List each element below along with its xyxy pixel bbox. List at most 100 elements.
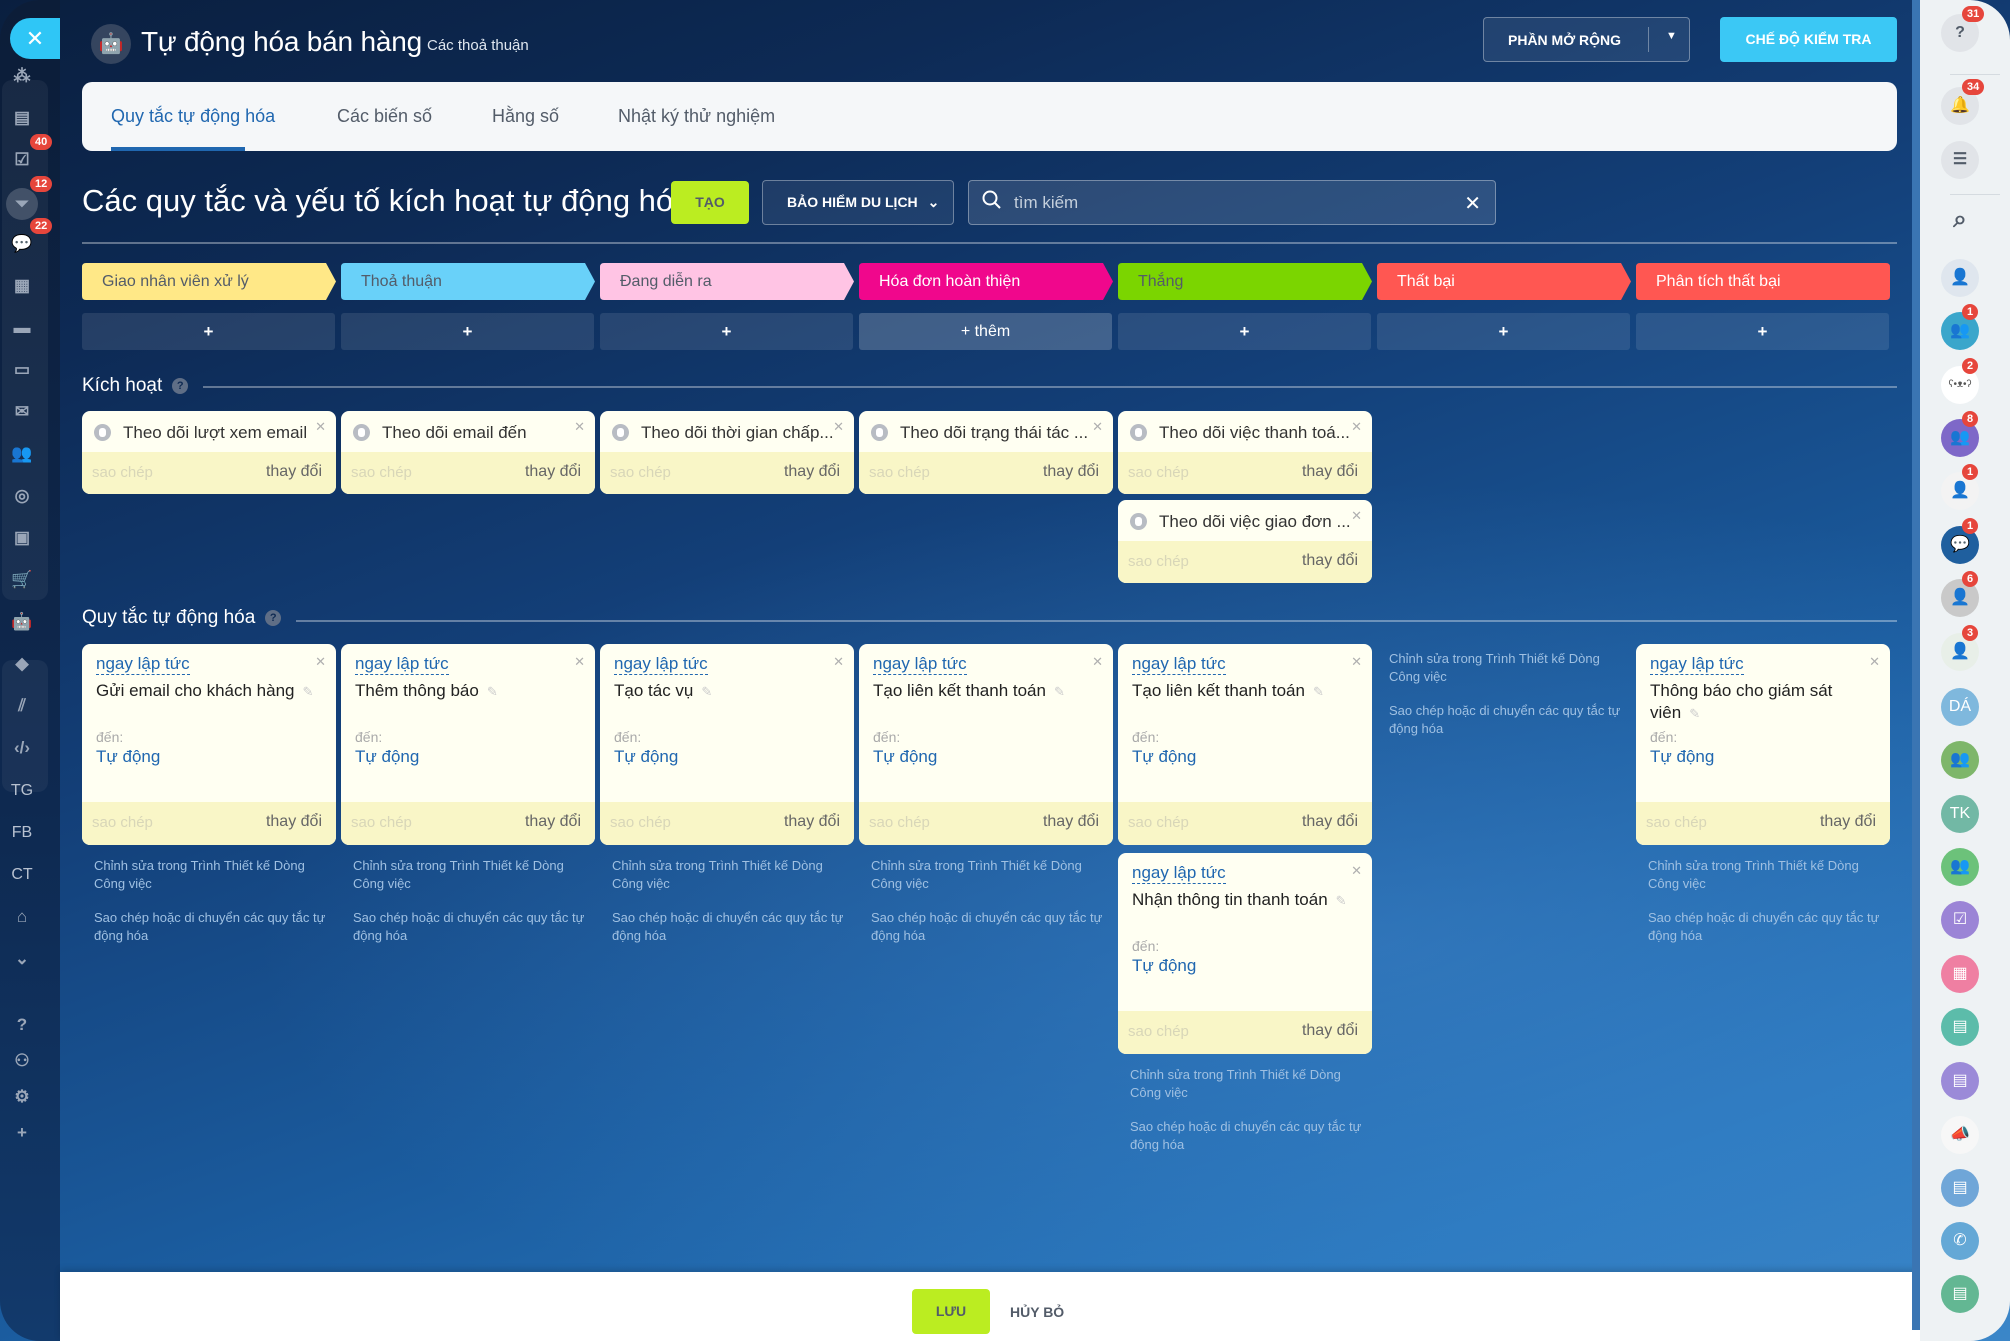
edit-in-designer-link[interactable]: Chỉnh sửa trong Trình Thiết kế Dòng Công… xyxy=(94,857,329,893)
rule-delay-link[interactable]: ngay lập tức xyxy=(873,654,967,675)
copy-move-rules-link[interactable]: Sao chép hoặc di chuyển các quy tắc tự đ… xyxy=(353,909,588,945)
delete-icon[interactable]: ✕ xyxy=(1092,419,1103,435)
delete-icon[interactable]: ✕ xyxy=(1869,654,1880,670)
delete-icon[interactable]: ✕ xyxy=(1351,863,1362,879)
help-icon[interactable]: ? xyxy=(265,610,282,626)
change-link[interactable]: thay đổi xyxy=(266,463,322,481)
rule-to-value[interactable]: Tự động xyxy=(873,747,937,767)
chat-avatar[interactable]: TK xyxy=(1941,795,1979,833)
copy-move-rules-link[interactable]: Sao chép hoặc di chuyển các quy tắc tự đ… xyxy=(871,909,1106,945)
rule-to-value[interactable]: Tự động xyxy=(1132,747,1196,767)
stage-header[interactable]: Hóa đơn hoàn thiện xyxy=(859,263,1113,300)
add-icon[interactable]: + xyxy=(8,1119,36,1147)
copy-link[interactable]: sao chép xyxy=(610,464,671,481)
rule-card[interactable]: ngay lập tức ✕ Nhận thông tin thanh toán… xyxy=(1118,853,1372,1054)
copy-move-rules-link[interactable]: Sao chép hoặc di chuyển các quy tắc tự đ… xyxy=(1648,909,1883,945)
robot-icon[interactable]: 🤖 xyxy=(8,608,36,636)
copy-link[interactable]: sao chép xyxy=(351,814,412,831)
stage-header[interactable]: Đang diễn ra xyxy=(600,263,854,300)
calendar-icon[interactable]: ▦ xyxy=(8,272,36,300)
sidebar-item-tg[interactable]: TG xyxy=(8,777,36,805)
sidebar-item-fb[interactable]: FB xyxy=(8,819,36,847)
change-link[interactable]: thay đổi xyxy=(784,463,840,481)
chat-avatar[interactable]: DÁ xyxy=(1941,688,1979,726)
search-icon[interactable]: ⌕ xyxy=(1941,201,1979,239)
change-link[interactable]: thay đổi xyxy=(1302,1022,1358,1040)
tab-constants[interactable]: Hằng số xyxy=(492,106,559,127)
add-trigger-button[interactable]: + xyxy=(1118,313,1371,350)
tab-automation-rules[interactable]: Quy tắc tự động hóa xyxy=(111,106,275,127)
rule-card[interactable]: ngay lập tức ✕ Gửi email cho khách hàng ✎… xyxy=(82,644,336,845)
trigger-card[interactable]: Theo dõi việc giao đơn ... ✕ sao chép th… xyxy=(1118,500,1372,583)
rule-card[interactable]: ngay lập tức ✕ Tạo liên kết thanh toán ✎ … xyxy=(859,644,1113,845)
change-link[interactable]: thay đổi xyxy=(1302,463,1358,481)
delete-icon[interactable]: ✕ xyxy=(315,654,326,670)
copy-move-rules-link[interactable]: Sao chép hoặc di chuyển các quy tắc tự đ… xyxy=(612,909,847,945)
target-icon[interactable]: ◎ xyxy=(8,482,36,510)
rule-delay-link[interactable]: ngay lập tức xyxy=(1132,863,1226,884)
trigger-card[interactable]: Theo dõi việc thanh toá... ✕ sao chép th… xyxy=(1118,411,1372,494)
contact-card-icon[interactable]: ▣ xyxy=(8,524,36,552)
trigger-card[interactable]: Theo dõi lượt xem email ✕ sao chép thay … xyxy=(82,411,336,494)
change-link[interactable]: thay đổi xyxy=(1820,813,1876,831)
stage-header[interactable]: Giao nhân viên xử lý xyxy=(82,263,336,300)
search-input[interactable] xyxy=(1014,189,1434,217)
feed-icon[interactable]: ▤ xyxy=(8,104,36,132)
change-link[interactable]: thay đổi xyxy=(266,813,322,831)
add-trigger-button[interactable]: + xyxy=(82,313,335,350)
stage-header[interactable]: Thoả thuận xyxy=(341,263,595,300)
copy-move-rules-link[interactable]: Sao chép hoặc di chuyển các quy tắc tự đ… xyxy=(1130,1118,1365,1154)
copy-link[interactable]: sao chép xyxy=(869,464,930,481)
edit-in-designer-link[interactable]: Chỉnh sửa trong Trình Thiết kế Dòng Công… xyxy=(871,857,1106,893)
scrollbar[interactable] xyxy=(1912,0,1920,1330)
structure-icon[interactable]: ⚇ xyxy=(8,1047,36,1075)
megaphone-icon[interactable]: 📣 xyxy=(1941,1116,1979,1154)
tasks-icon[interactable]: ☑ xyxy=(1941,901,1979,939)
change-link[interactable]: thay đổi xyxy=(1302,552,1358,570)
edit-in-designer-link[interactable]: Chỉnh sửa trong Trình Thiết kế Dòng Công… xyxy=(1389,650,1624,686)
edit-in-designer-link[interactable]: Chỉnh sửa trong Trình Thiết kế Dòng Công… xyxy=(612,857,847,893)
help-icon[interactable]: ? xyxy=(172,378,189,394)
clear-search-icon[interactable]: ✕ xyxy=(1464,191,1481,216)
settings-icon[interactable]: ⚙ xyxy=(8,1083,36,1111)
pencil-icon[interactable]: ✎ xyxy=(487,684,498,699)
chat-icon[interactable]: 💬 xyxy=(8,230,36,258)
edit-in-designer-link[interactable]: Chỉnh sửa trong Trình Thiết kế Dòng Công… xyxy=(1648,857,1883,893)
bank-icon[interactable]: ⌂ xyxy=(8,903,36,931)
change-link[interactable]: thay đổi xyxy=(1302,813,1358,831)
tab-variables[interactable]: Các biến số xyxy=(337,106,432,127)
delete-icon[interactable]: ✕ xyxy=(1351,508,1362,524)
rule-to-value[interactable]: Tự động xyxy=(355,747,419,767)
add-trigger-button[interactable]: + xyxy=(1636,313,1889,350)
code-icon[interactable]: ‹/› xyxy=(8,734,36,762)
stage-header[interactable]: Thất bại xyxy=(1377,263,1631,300)
documents-icon[interactable]: ▬ xyxy=(8,314,36,342)
pencil-icon[interactable]: ✎ xyxy=(701,684,712,699)
rule-delay-link[interactable]: ngay lập tức xyxy=(1132,654,1226,675)
caret-down-icon[interactable]: ▼ xyxy=(1666,30,1677,42)
close-slider-button[interactable]: ✕ xyxy=(10,18,60,59)
add-trigger-button[interactable]: + xyxy=(341,313,594,350)
drive-icon[interactable]: ▭ xyxy=(8,356,36,384)
rule-to-value[interactable]: Tự động xyxy=(1650,747,1714,767)
pencil-icon[interactable]: ✎ xyxy=(303,684,314,699)
copy-link[interactable]: sao chép xyxy=(1128,553,1189,570)
contact-center-icon[interactable]: ▤ xyxy=(1941,1062,1979,1100)
test-mode-button[interactable]: CHẾ ĐỘ KIỂM TRA xyxy=(1720,17,1897,62)
copy-link[interactable]: sao chép xyxy=(92,464,153,481)
contact-center-icon[interactable]: ▤ xyxy=(1941,1169,1979,1207)
group-icon[interactable]: 👥 xyxy=(1941,741,1979,779)
mail-icon[interactable]: ✉ xyxy=(8,398,36,426)
change-link[interactable]: thay đổi xyxy=(1043,813,1099,831)
create-button[interactable]: TẠO xyxy=(671,181,749,224)
rule-delay-link[interactable]: ngay lập tức xyxy=(1650,654,1744,675)
rule-delay-link[interactable]: ngay lập tức xyxy=(355,654,449,675)
box-icon[interactable]: ◆ xyxy=(8,650,36,678)
change-link[interactable]: thay đổi xyxy=(784,813,840,831)
employees-icon[interactable]: 👥 xyxy=(8,440,36,468)
copy-link[interactable]: sao chép xyxy=(869,814,930,831)
copy-link[interactable]: sao chép xyxy=(1128,464,1189,481)
delete-icon[interactable]: ✕ xyxy=(315,419,326,435)
change-link[interactable]: thay đổi xyxy=(1043,463,1099,481)
rule-to-value[interactable]: Tự động xyxy=(1132,956,1196,976)
